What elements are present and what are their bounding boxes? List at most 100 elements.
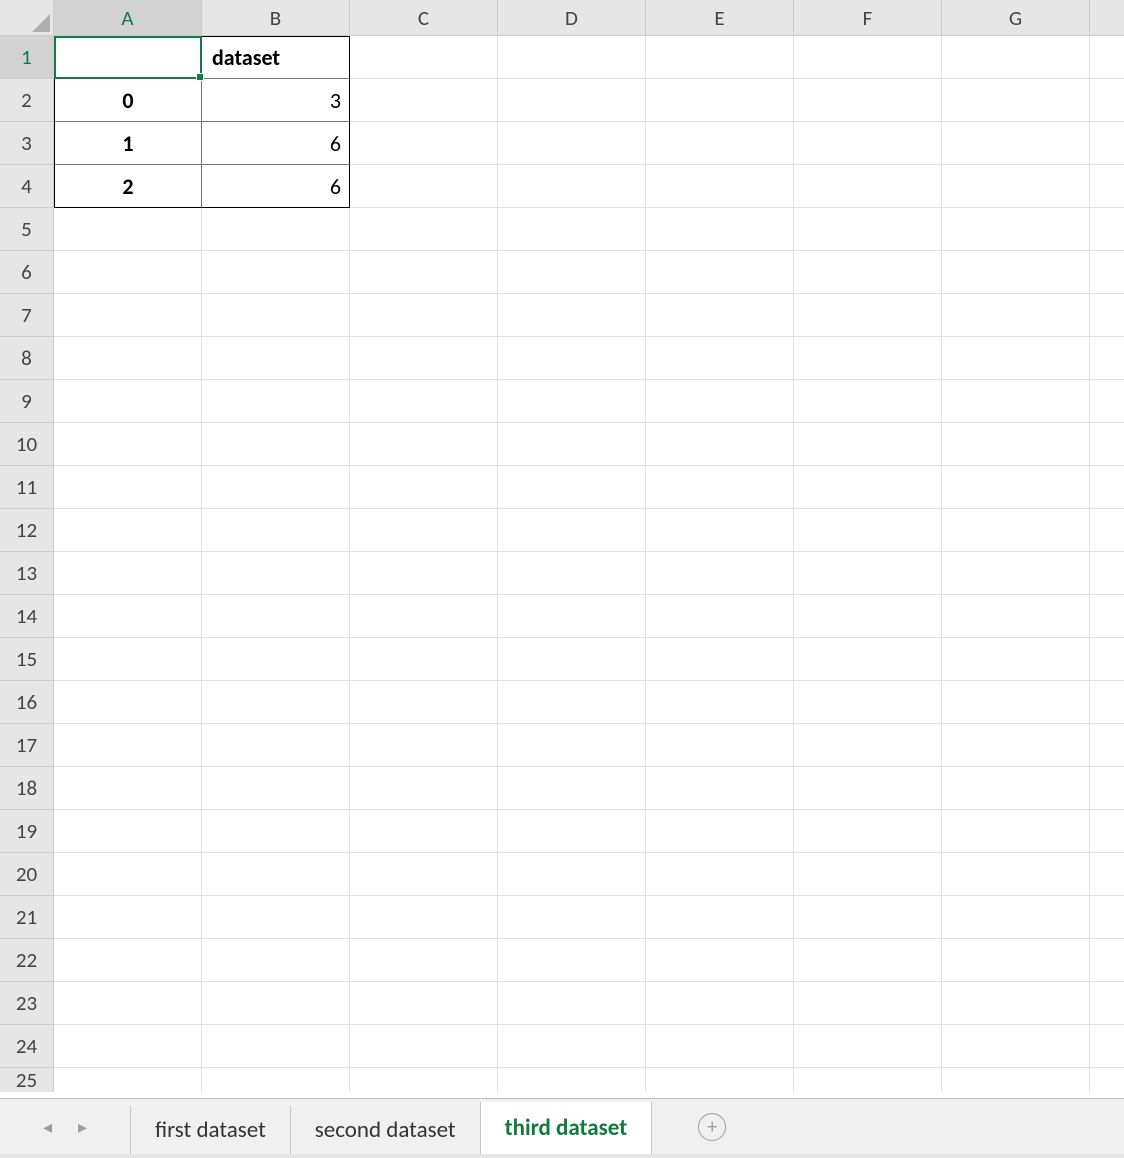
cell-D15[interactable] [498,638,646,681]
column-header-D[interactable]: D [498,0,646,36]
cell-G15[interactable] [942,638,1090,681]
cell-C12[interactable] [350,509,498,552]
cell-E21[interactable] [646,896,794,939]
cell-A7[interactable] [54,294,202,337]
cell-G2[interactable] [942,79,1090,122]
cell-C4[interactable] [350,165,498,208]
cell-F25[interactable] [794,1068,942,1092]
cell-E10[interactable] [646,423,794,466]
cell-C6[interactable] [350,251,498,294]
cell-B12[interactable] [202,509,350,552]
cell-C23[interactable] [350,982,498,1025]
cell-E17[interactable] [646,724,794,767]
cell-E12[interactable] [646,509,794,552]
row-header-7[interactable]: 7 [0,294,54,337]
cell-G24[interactable] [942,1025,1090,1068]
cell-B21[interactable] [202,896,350,939]
cell-A17[interactable] [54,724,202,767]
cell-D21[interactable] [498,896,646,939]
cell-F24[interactable] [794,1025,942,1068]
cell-D12[interactable] [498,509,646,552]
cell-F23[interactable] [794,982,942,1025]
cell-D1[interactable] [498,36,646,79]
cell-E14[interactable] [646,595,794,638]
row-header-16[interactable]: 16 [0,681,54,724]
cell-B13[interactable] [202,552,350,595]
row-header-8[interactable]: 8 [0,337,54,380]
cell-E6[interactable] [646,251,794,294]
cell-B11[interactable] [202,466,350,509]
cell-G7[interactable] [942,294,1090,337]
row-header-6[interactable]: 6 [0,251,54,294]
cell-B9[interactable] [202,380,350,423]
cell-A9[interactable] [54,380,202,423]
cell-C13[interactable] [350,552,498,595]
cell-B5[interactable] [202,208,350,251]
cell-A20[interactable] [54,853,202,896]
cell-E11[interactable] [646,466,794,509]
cell-C10[interactable] [350,423,498,466]
select-all-corner[interactable] [0,0,54,36]
row-header-12[interactable]: 12 [0,509,54,552]
cell-B22[interactable] [202,939,350,982]
cell-F4[interactable] [794,165,942,208]
row-header-10[interactable]: 10 [0,423,54,466]
cell-D16[interactable] [498,681,646,724]
cell-B4[interactable]: 6 [202,165,350,208]
cell-B15[interactable] [202,638,350,681]
cell-F11[interactable] [794,466,942,509]
cell-E25[interactable] [646,1068,794,1092]
cell-D8[interactable] [498,337,646,380]
cell-A18[interactable] [54,767,202,810]
cell-F3[interactable] [794,122,942,165]
cell-G5[interactable] [942,208,1090,251]
cell-B16[interactable] [202,681,350,724]
cell-E24[interactable] [646,1025,794,1068]
cell-A2[interactable]: 0 [54,79,202,122]
cell-C16[interactable] [350,681,498,724]
cell-D4[interactable] [498,165,646,208]
cell-E7[interactable] [646,294,794,337]
cell-A15[interactable] [54,638,202,681]
cell-G1[interactable] [942,36,1090,79]
cell-B14[interactable] [202,595,350,638]
cell-D14[interactable] [498,595,646,638]
row-header-1[interactable]: 1 [0,36,54,79]
cell-A1[interactable] [54,36,202,79]
cell-G3[interactable] [942,122,1090,165]
cell-C1[interactable] [350,36,498,79]
row-header-21[interactable]: 21 [0,896,54,939]
cell-B25[interactable] [202,1068,350,1092]
cell-F5[interactable] [794,208,942,251]
column-header-F[interactable]: F [794,0,942,36]
cell-B8[interactable] [202,337,350,380]
row-header-20[interactable]: 20 [0,853,54,896]
cell-C19[interactable] [350,810,498,853]
cell-G20[interactable] [942,853,1090,896]
cell-D7[interactable] [498,294,646,337]
cell-F14[interactable] [794,595,942,638]
new-sheet-button[interactable]: + [698,1113,726,1141]
cell-C21[interactable] [350,896,498,939]
cell-F13[interactable] [794,552,942,595]
cell-F10[interactable] [794,423,942,466]
cell-A4[interactable]: 2 [54,165,202,208]
cell-C17[interactable] [350,724,498,767]
cell-G19[interactable] [942,810,1090,853]
cell-D22[interactable] [498,939,646,982]
cell-B3[interactable]: 6 [202,122,350,165]
cell-C7[interactable] [350,294,498,337]
cell-F20[interactable] [794,853,942,896]
cell-B7[interactable] [202,294,350,337]
cell-D25[interactable] [498,1068,646,1092]
sheet-tab-1[interactable]: second dataset [290,1106,481,1154]
cell-F22[interactable] [794,939,942,982]
cell-F12[interactable] [794,509,942,552]
cell-G8[interactable] [942,337,1090,380]
cell-C2[interactable] [350,79,498,122]
cell-G12[interactable] [942,509,1090,552]
column-header-B[interactable]: B [202,0,350,36]
cell-D19[interactable] [498,810,646,853]
row-header-3[interactable]: 3 [0,122,54,165]
cell-C20[interactable] [350,853,498,896]
